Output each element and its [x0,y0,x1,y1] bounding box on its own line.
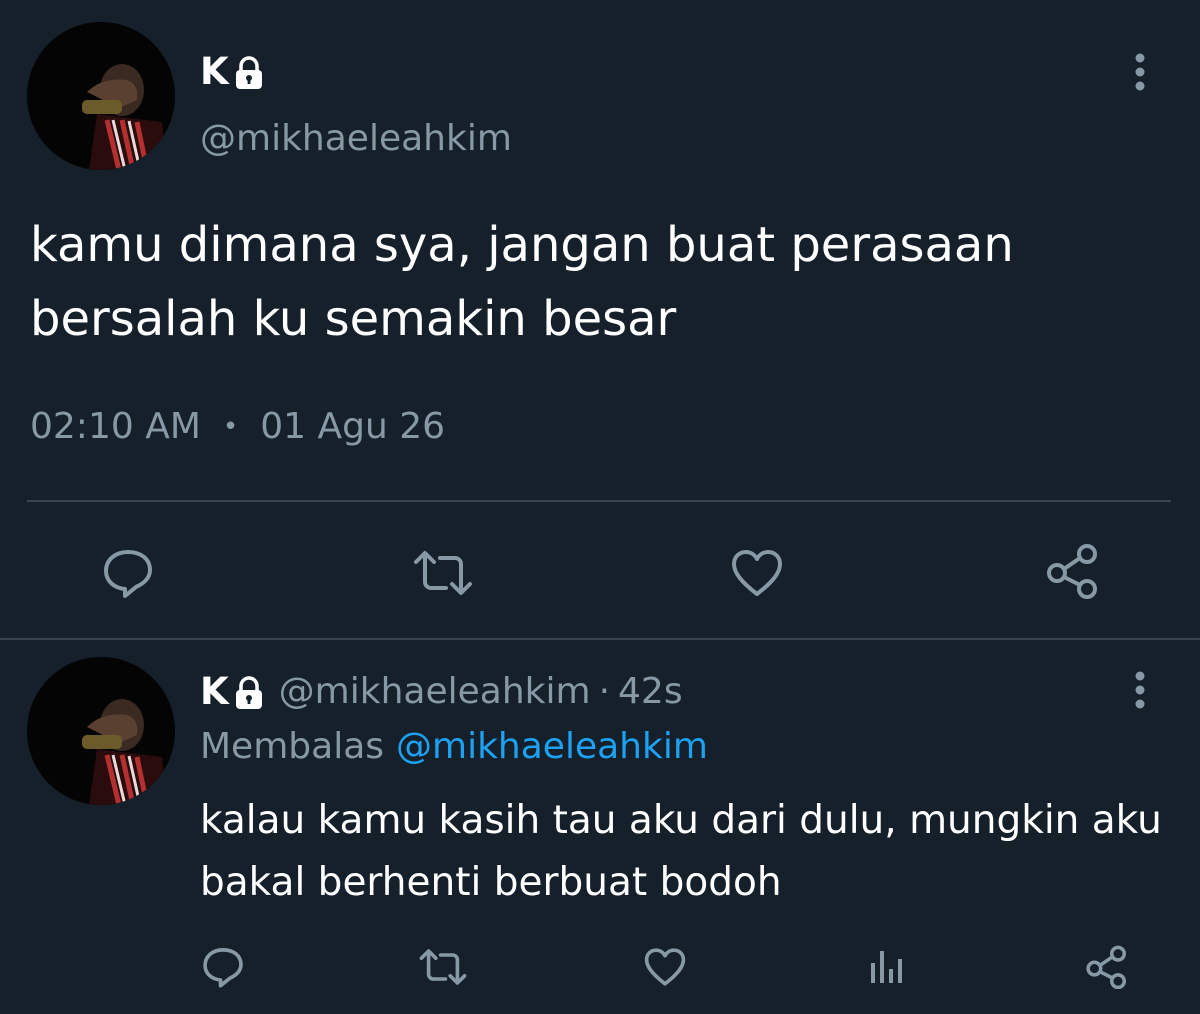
reply-icon[interactable] [97,542,159,604]
more-options-icon[interactable] [1126,50,1154,94]
like-icon[interactable] [726,542,788,604]
divider [0,638,1200,640]
reply-icon[interactable] [198,942,248,992]
tweet-date: 01 Agu 26 [260,406,446,447]
share-icon[interactable] [1082,942,1132,992]
retweet-icon[interactable] [410,542,476,604]
meta-separator: · [598,670,611,712]
lock-icon [233,676,265,710]
reply-avatar[interactable] [27,657,175,805]
reply-text: kalau kamu kasih tau aku dari dulu, mung… [200,798,1162,905]
avatar[interactable] [27,22,175,170]
replying-to-label: Membalas [200,726,385,767]
replying-to-link[interactable]: @mikhaeleahkim [396,724,708,770]
like-icon[interactable] [640,942,690,992]
retweet-icon[interactable] [416,942,470,992]
reply-display-name[interactable]: K [200,670,229,713]
reply-user-handle[interactable]: @mikhaeleahkim [279,671,591,712]
tweet-age: 42s [618,670,683,712]
avatar-photo [27,657,175,805]
avatar-photo [27,22,175,170]
meta-separator: • [222,412,239,442]
share-icon[interactable] [1042,540,1104,602]
tweet-time: 02:10 AM [30,406,201,447]
tweet-text: kamu dimana sya, jangan buat perasaan be… [30,217,1014,347]
divider [27,500,1171,502]
display-name[interactable]: K [200,50,229,93]
more-options-icon[interactable] [1126,668,1154,712]
lock-icon [233,56,265,90]
user-handle[interactable]: @mikhaeleahkim [200,116,512,162]
analytics-icon[interactable] [862,942,912,992]
